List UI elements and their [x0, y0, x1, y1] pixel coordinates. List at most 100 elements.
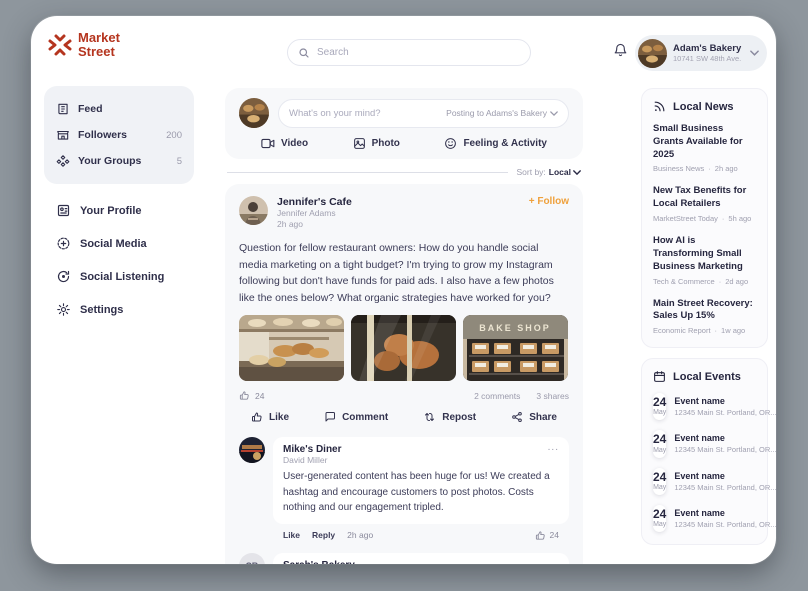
comment-author-name: David Miller [283, 455, 559, 465]
profile-address: 10741 SW 48th Ave. [673, 54, 741, 63]
avatar [638, 39, 667, 68]
news-item[interactable]: How AI is Transforming Small Business Ma… [653, 235, 756, 285]
dot-separator: · [708, 164, 711, 173]
post-photo-bakery-interior[interactable] [239, 315, 344, 381]
sidebar-label: Your Groups [78, 155, 141, 167]
search-icon [298, 47, 310, 59]
event-item[interactable]: 24 May Event name 12345 Main St. Portlan… [653, 468, 756, 495]
logo: Market Street [47, 31, 120, 58]
event-name: Event name [674, 471, 776, 481]
logo-line2: Street [78, 45, 120, 59]
smiley-icon [444, 137, 457, 150]
sidebar-item-social-media[interactable]: Social Media [44, 227, 194, 260]
news-item[interactable]: Small Business Grants Available for 2025… [653, 123, 756, 173]
post-photos: BAKE SHOP [239, 315, 569, 381]
comment-like-count-value: 24 [550, 530, 559, 540]
comment-like-count: 24 [535, 530, 559, 541]
comments-count[interactable]: 2 comments [474, 391, 520, 401]
news-time: 2h ago [715, 164, 738, 173]
event-day: 24 [653, 433, 666, 446]
comment-reply-button[interactable]: Reply [312, 530, 335, 540]
chevron-down-icon [550, 111, 558, 116]
repost-arrows-icon [423, 411, 436, 423]
dot-separator: · [715, 326, 718, 335]
sidebar-label: Social Listening [80, 271, 164, 283]
like-label: Like [269, 412, 289, 423]
search-bar[interactable] [287, 39, 531, 66]
sort-row: Sort by: Local [227, 167, 581, 177]
event-address: 12345 Main St. Portland, OR... [674, 408, 776, 417]
feeling-activity-button[interactable]: Feeling & Activity [444, 137, 547, 150]
groups-count: 5 [177, 156, 182, 167]
news-item[interactable]: Main Street Recovery: Sales Up 15% Econo… [653, 298, 756, 336]
more-button[interactable]: ... [548, 558, 559, 564]
post-photo-bake-shop[interactable]: BAKE SHOP [463, 315, 568, 381]
follow-button[interactable]: + Follow [529, 196, 569, 207]
share-button[interactable]: Share [511, 411, 557, 423]
like-button[interactable]: Like [251, 411, 289, 423]
feeling-activity-label: Feeling & Activity [463, 138, 547, 149]
comment-business-name: Sarah's Bakery [283, 560, 559, 564]
logo-burst-icon [47, 32, 73, 58]
event-name: Event name [674, 508, 776, 518]
event-date-badge: 24 May [653, 393, 666, 420]
sidebar-item-your-profile[interactable]: Your Profile [44, 194, 194, 227]
news-time: 2d ago [725, 277, 748, 286]
share-label: Share [529, 412, 557, 423]
news-item[interactable]: New Tax Benefits for Local Retailers Mar… [653, 185, 756, 223]
news-headline: New Tax Benefits for Local Retailers [653, 185, 756, 211]
sidebar-label: Your Profile [80, 205, 142, 217]
photo-button[interactable]: Photo [353, 137, 400, 150]
more-button[interactable]: ... [548, 442, 559, 453]
bell-icon[interactable] [613, 42, 628, 58]
share-nodes-icon [511, 411, 523, 423]
event-item[interactable]: 24 May Event name 12345 Main St. Portlan… [653, 505, 756, 532]
repost-button[interactable]: Repost [423, 411, 476, 423]
shares-count[interactable]: 3 shares [536, 391, 569, 401]
event-name: Event name [674, 396, 776, 406]
posting-to-dropdown[interactable]: Posting to Adams's Bakery [446, 108, 558, 118]
thumbs-up-icon [535, 530, 546, 541]
chevron-down-icon [573, 170, 581, 175]
composer-input[interactable] [289, 108, 440, 119]
feed-post: Jennifer's Cafe Jennifer Adams 2h ago + … [225, 184, 583, 564]
event-month: May [653, 447, 666, 454]
comment-label: Comment [342, 412, 388, 423]
comment-bubble: ... Mike's Diner David Miller User-gener… [273, 437, 569, 524]
repost-label: Repost [442, 412, 476, 423]
news-meta: Economic Report · 1w ago [653, 326, 756, 335]
sidebar-item-social-listening[interactable]: Social Listening [44, 260, 194, 293]
event-day: 24 [653, 471, 666, 484]
event-item[interactable]: 24 May Event name 12345 Main St. Portlan… [653, 430, 756, 457]
search-input[interactable] [317, 47, 520, 58]
video-button[interactable]: Video [261, 137, 308, 150]
comment: ... Mike's Diner David Miller User-gener… [239, 437, 569, 541]
post-counts-row: 24 2 comments 3 shares [239, 390, 569, 401]
comment-like-button[interactable]: Like [283, 530, 300, 540]
event-day: 24 [653, 396, 666, 409]
sidebar-item-followers[interactable]: Followers 200 [54, 122, 184, 148]
comment-button[interactable]: Comment [324, 411, 388, 423]
sidebar-label: Followers [78, 129, 127, 141]
profile-card-icon [56, 203, 71, 218]
news-meta: Tech & Commerce · 2d ago [653, 277, 756, 286]
event-item[interactable]: 24 May Event name 12345 Main St. Portlan… [653, 393, 756, 420]
profile-menu[interactable]: Adam's Bakery 10741 SW 48th Ave. [635, 35, 767, 71]
comment-bubble-icon [324, 411, 336, 423]
event-address: 12345 Main St. Portland, OR... [674, 520, 776, 529]
event-date-badge: 24 May [653, 430, 666, 457]
sort-dropdown[interactable]: Local [549, 167, 581, 177]
news-headline: Small Business Grants Available for 2025 [653, 123, 756, 161]
sidebar-item-feed[interactable]: Feed [54, 96, 184, 122]
post-photo-bread-case[interactable] [351, 315, 456, 381]
local-news-card: Local News Small Business Grants Availab… [641, 88, 768, 348]
thumbs-up-icon [251, 411, 263, 423]
dot-separator: · [719, 277, 722, 286]
post-time: 2h ago [277, 219, 352, 230]
sidebar-item-settings[interactable]: Settings [44, 293, 194, 326]
sidebar-item-your-groups[interactable]: Your Groups 5 [54, 148, 184, 174]
logo-line1: Market [78, 31, 120, 45]
comment-meta-row: Like Reply 2h ago 24 [273, 524, 569, 541]
news-source: MarketStreet Today [653, 214, 718, 223]
post-actions-row: Like Comment Repost Share [239, 401, 569, 425]
